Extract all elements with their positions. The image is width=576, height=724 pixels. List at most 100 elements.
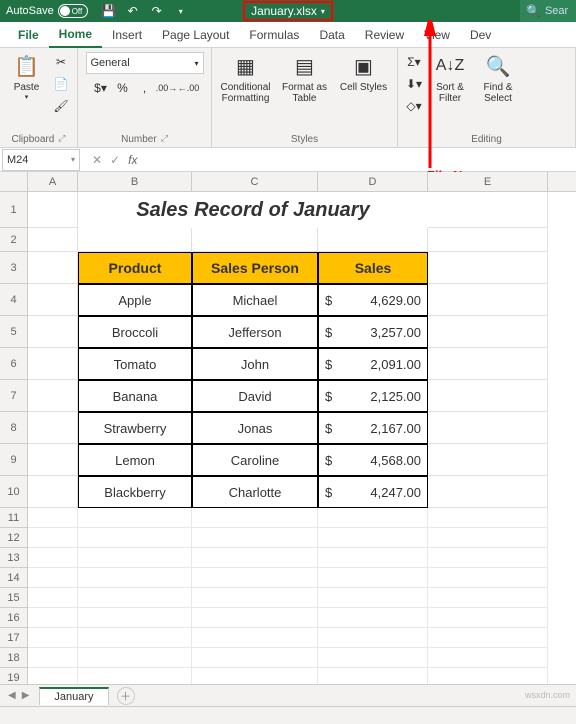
paste-button[interactable]: 📋 Paste ▾ (6, 52, 47, 101)
group-label-clipboard: Clipboard (11, 132, 54, 145)
cell-person[interactable]: John (192, 348, 318, 380)
save-icon[interactable]: 💾 (100, 2, 118, 20)
ribbon-tabs: File Home Insert Page Layout Formulas Da… (0, 22, 576, 48)
column-headers: A B C D E (0, 172, 576, 192)
cell[interactable] (428, 192, 548, 228)
title-cell[interactable]: Sales Record of January (78, 192, 428, 228)
cell-sales[interactable]: $2,125.00 (318, 380, 428, 412)
search-box[interactable]: 🔍 Sear (520, 0, 576, 22)
row-header[interactable]: 9 (0, 444, 28, 476)
format-as-table-button[interactable]: ▤ Format as Table (277, 52, 332, 104)
title-bar: AutoSave Off 💾 ↶ ↷ ▾ January.xlsx ▾ 🔍 Se… (0, 0, 576, 22)
cell-product[interactable]: Apple (78, 284, 192, 316)
clear-icon[interactable]: ◇▾ (404, 96, 424, 116)
cell-sales[interactable]: $2,091.00 (318, 348, 428, 380)
find-select-button[interactable]: 🔍 Find & Select (476, 52, 520, 104)
row-2: 2 (0, 228, 576, 252)
header-person[interactable]: Sales Person (192, 252, 318, 284)
cell-product[interactable]: Strawberry (78, 412, 192, 444)
col-header-C[interactable]: C (192, 172, 318, 191)
group-clipboard: 📋 Paste ▾ ✂ 📄 🖌 Clipboard ⤢ (0, 48, 78, 147)
percent-icon[interactable]: % (113, 78, 133, 98)
enter-formula-icon[interactable]: ✓ (110, 153, 120, 167)
tab-page-layout[interactable]: Page Layout (152, 22, 239, 48)
row-header[interactable]: 4 (0, 284, 28, 316)
sheet-tab-january[interactable]: January (39, 687, 108, 705)
sheet-nav-prev-icon[interactable]: ◀ (8, 690, 16, 701)
cut-icon[interactable]: ✂ (51, 52, 71, 72)
qat-customize-icon[interactable]: ▾ (172, 2, 190, 20)
cell-product[interactable]: Banana (78, 380, 192, 412)
tab-data[interactable]: Data (309, 22, 354, 48)
table-row: 4 AppleMichael$4,629.00 (0, 284, 576, 316)
row-header[interactable]: 8 (0, 412, 28, 444)
redo-icon[interactable]: ↷ (148, 2, 166, 20)
tab-view[interactable]: View (414, 22, 460, 48)
cell-sales[interactable]: $3,257.00 (318, 316, 428, 348)
tab-review[interactable]: Review (355, 22, 414, 48)
grid-rows: 1 Sales Record of January 2 3 Product Sa… (0, 192, 576, 688)
cell-person[interactable]: Caroline (192, 444, 318, 476)
clipboard-launcher-icon[interactable]: ⤢ (58, 133, 65, 144)
cell-sales[interactable]: $2,167.00 (318, 412, 428, 444)
currency-icon[interactable]: $▾ (91, 78, 111, 98)
table-row: 6 TomatoJohn$2,091.00 (0, 348, 576, 380)
group-number: General▾ $▾ % , .00→ ←.00 Number⤢ (78, 48, 212, 147)
number-launcher-icon[interactable]: ⤢ (161, 133, 168, 144)
col-header-A[interactable]: A (28, 172, 78, 191)
add-sheet-button[interactable]: ＋ (117, 687, 135, 705)
status-bar (0, 706, 576, 724)
find-icon: 🔍 (484, 52, 512, 80)
format-table-icon: ▤ (291, 52, 319, 80)
row-header[interactable]: 3 (0, 252, 28, 284)
fill-icon[interactable]: ⬇▾ (404, 74, 424, 94)
cell-product[interactable]: Tomato (78, 348, 192, 380)
cell-product[interactable]: Blackberry (78, 476, 192, 508)
conditional-formatting-button[interactable]: ▦ Conditional Formatting (218, 52, 273, 104)
cell-person[interactable]: Jefferson (192, 316, 318, 348)
row-header[interactable]: 6 (0, 348, 28, 380)
cell-person[interactable]: Charlotte (192, 476, 318, 508)
sheet-nav-next-icon[interactable]: ▶ (22, 690, 30, 701)
cell-sales[interactable]: $4,247.00 (318, 476, 428, 508)
row-header[interactable]: 7 (0, 380, 28, 412)
format-painter-icon[interactable]: 🖌 (51, 96, 71, 116)
sort-filter-button[interactable]: A↓Z Sort & Filter (428, 52, 472, 104)
increase-decimal-icon[interactable]: .00→ (157, 78, 177, 98)
cell-sales[interactable]: $4,568.00 (318, 444, 428, 476)
cancel-formula-icon[interactable]: ✕ (92, 153, 102, 167)
cell-person[interactable]: Michael (192, 284, 318, 316)
col-header-E[interactable]: E (428, 172, 548, 191)
tab-file[interactable]: File (8, 22, 49, 48)
col-header-B[interactable]: B (78, 172, 192, 191)
select-all-corner[interactable] (0, 172, 28, 191)
undo-icon[interactable]: ↶ (124, 2, 142, 20)
tab-formulas[interactable]: Formulas (239, 22, 309, 48)
cell-person[interactable]: Jonas (192, 412, 318, 444)
cell-product[interactable]: Broccoli (78, 316, 192, 348)
comma-icon[interactable]: , (135, 78, 155, 98)
cell-product[interactable]: Lemon (78, 444, 192, 476)
col-header-D[interactable]: D (318, 172, 428, 191)
number-format-dropdown[interactable]: General▾ (86, 52, 204, 74)
cell[interactable] (28, 192, 78, 228)
tab-insert[interactable]: Insert (102, 22, 152, 48)
row-header[interactable]: 1 (0, 192, 28, 228)
cell-sales[interactable]: $4,629.00 (318, 284, 428, 316)
row-header[interactable]: 5 (0, 316, 28, 348)
autosum-icon[interactable]: Σ▾ (404, 52, 424, 72)
row-header[interactable]: 10 (0, 476, 28, 508)
cell-person[interactable]: David (192, 380, 318, 412)
name-box[interactable]: M24▾ (2, 149, 80, 171)
autosave-toggle[interactable]: Off (58, 4, 88, 18)
header-product[interactable]: Product (78, 252, 192, 284)
tab-dev[interactable]: Dev (460, 22, 501, 48)
cell-styles-button[interactable]: ▣ Cell Styles (336, 52, 391, 93)
fx-icon[interactable]: fx (128, 153, 137, 167)
tab-home[interactable]: Home (49, 22, 102, 48)
decrease-decimal-icon[interactable]: ←.00 (179, 78, 199, 98)
row-header[interactable]: 2 (0, 228, 28, 252)
filename-box[interactable]: January.xlsx ▾ (243, 1, 333, 21)
copy-icon[interactable]: 📄 (51, 74, 71, 94)
header-sales[interactable]: Sales (318, 252, 428, 284)
